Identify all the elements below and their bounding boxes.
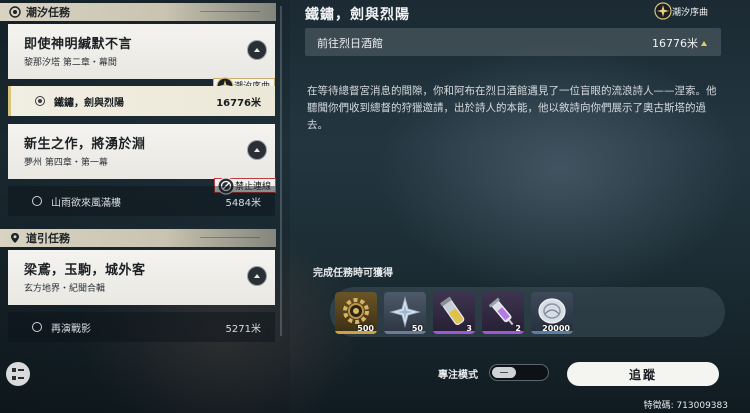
chevron-up-icon [254, 48, 260, 52]
section-header-guide[interactable]: 道引任務 [0, 229, 276, 247]
quest-step[interactable]: 山雨欲來風滿樓 5484米 [8, 186, 275, 216]
divider [200, 11, 260, 12]
radio-selected-icon [35, 96, 45, 106]
section-header-tidal[interactable]: 潮汐任務 [0, 3, 276, 21]
reward-item-potion[interactable]: 3 [433, 292, 475, 334]
quest-title: 新生之作，將湧於淵 [24, 137, 146, 152]
quest-detail-title: 鐵鏽，劍與烈陽 [305, 7, 410, 23]
reward-item-shell-credit[interactable]: 20000 [531, 292, 573, 334]
reward-item-syringe[interactable]: 2 [482, 292, 524, 334]
badge-label: 潮汐序曲 [672, 8, 709, 18]
rarity-bar [482, 331, 524, 334]
objective-distance: 16776米 [652, 35, 707, 51]
step-name: 鐵鏽，劍與烈陽 [54, 98, 124, 109]
collapse-button[interactable] [247, 140, 267, 160]
step-distance: 5484米 [225, 198, 261, 209]
radio-icon [32, 196, 42, 206]
step-distance: 5271米 [225, 324, 261, 335]
up-arrow-icon [701, 41, 707, 46]
sun-emblem-icon [654, 2, 672, 20]
section-label: 道引任務 [26, 232, 70, 245]
focus-mode-toggle[interactable] [489, 364, 549, 381]
step-distance: 16776米 [216, 98, 261, 109]
quest-step[interactable]: 再演戰影 5271米 [8, 312, 275, 342]
chevron-up-icon [254, 274, 260, 278]
rarity-bar [335, 331, 377, 334]
quest-card-2[interactable]: 新生之作，將湧於淵 夢州 第四章・第一幕 [8, 124, 275, 179]
radio-icon [32, 322, 42, 332]
list-tree-icon [12, 368, 24, 380]
step-name: 再演戰影 [51, 324, 91, 335]
objective-bar[interactable]: 前往烈日酒館 16776米 [305, 28, 721, 56]
quest-description: 在等待總督宮消息的間隙，你和阿布在烈日酒館遇見了一位盲眼的流浪詩人——涅索。他聽… [307, 85, 717, 131]
collapse-button[interactable] [247, 266, 267, 286]
reward-item-crystal[interactable]: 50 [384, 292, 426, 334]
quest-title: 梁鳶，玉駒，城外客 [24, 263, 146, 278]
location-pin-icon [11, 233, 19, 243]
section-label: 潮汐任務 [26, 6, 70, 19]
chevron-up-icon [254, 148, 260, 152]
quest-title: 即使神明緘默不言 [24, 37, 133, 52]
quest-subtitle: 玄方地界・紀聞合輯 [24, 284, 106, 294]
player-uid: 特徵碼: 713009383 [643, 401, 728, 411]
tidal-quest-icon [9, 6, 21, 18]
track-button[interactable]: 追蹤 [567, 362, 719, 386]
divider [200, 237, 260, 238]
tidal-prelude-badge: 潮汐序曲 [652, 2, 712, 20]
quest-card-1[interactable]: 即使神明緘默不言 黎那汐塔 第二章・幕間 [8, 24, 275, 79]
quest-subtitle: 夢州 第四章・第一幕 [24, 158, 108, 168]
toggle-knob [492, 367, 516, 378]
quest-step-active[interactable]: 鐵鏽，劍與烈陽 16776米 [8, 86, 275, 116]
rarity-bar [384, 331, 426, 334]
quest-category-button[interactable] [6, 362, 30, 386]
rarity-bar [433, 331, 475, 334]
step-name: 山雨欲來風滿樓 [51, 198, 121, 209]
focus-mode-label: 專注模式 [438, 370, 478, 381]
collapse-button[interactable] [247, 40, 267, 60]
rarity-bar [531, 331, 573, 334]
quest-list-scrollbar[interactable] [280, 6, 282, 336]
reward-item-gear[interactable]: 500 [335, 292, 377, 334]
rewards-label: 完成任務時可獲得 [313, 268, 393, 279]
quest-card-3[interactable]: 梁鳶，玉駒，城外客 玄方地界・紀聞合輯 [8, 250, 275, 305]
objective-name: 前往烈日酒館 [317, 37, 383, 50]
quest-subtitle: 黎那汐塔 第二章・幕間 [24, 58, 117, 68]
